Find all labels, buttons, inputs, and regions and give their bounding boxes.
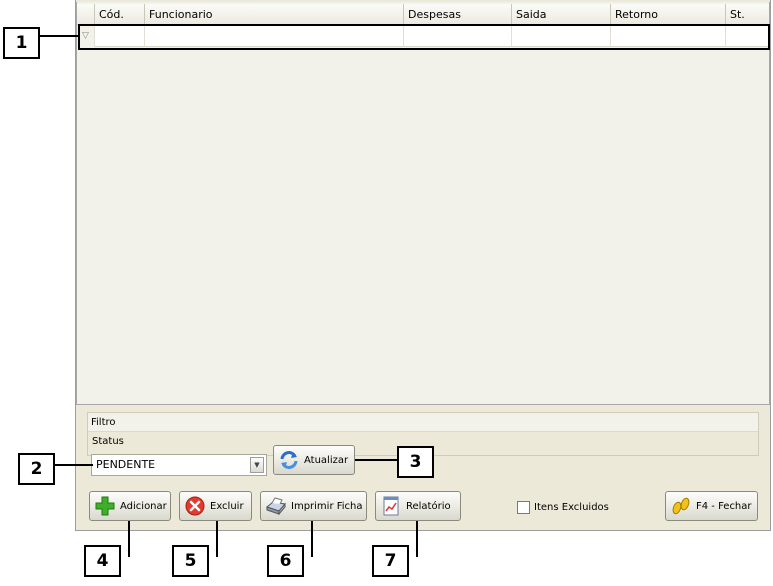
deleted-items-checkbox-box[interactable] <box>517 501 530 514</box>
callout-1: 1 <box>3 27 40 59</box>
callout-3: 3 <box>397 446 434 478</box>
chevron-down-icon[interactable]: ▼ <box>250 457 264 473</box>
report-button[interactable]: Relatório <box>375 491 461 521</box>
column-header-status[interactable]: St. <box>726 4 769 25</box>
refresh-icon <box>278 449 300 471</box>
column-header-code[interactable]: Cód. <box>95 4 145 25</box>
callout-6: 6 <box>267 545 304 577</box>
plus-icon <box>94 495 116 517</box>
callout-5: 5 <box>172 545 209 577</box>
add-button[interactable]: Adicionar <box>89 491 171 521</box>
callout-highlight-filter-row <box>78 24 770 50</box>
print-button-label: Imprimir Ficha <box>291 500 363 512</box>
status-select[interactable]: PENDENTE ▼ <box>91 454 267 476</box>
column-header-expenses[interactable]: Despesas <box>404 4 512 25</box>
callout-4-line <box>128 521 130 557</box>
filter-group-title: Filtro <box>88 413 758 432</box>
callout-7-line <box>416 521 418 557</box>
callout-6-line <box>311 521 313 557</box>
callout-2: 2 <box>18 453 55 485</box>
delete-button-label: Excluir <box>210 500 244 512</box>
print-button[interactable]: Imprimir Ficha <box>260 491 367 521</box>
grid-header: Cód. Funcionario Despesas Saida Retorno … <box>77 4 769 25</box>
column-header-employee[interactable]: Funcionario <box>145 4 404 25</box>
status-select-value: PENDENTE <box>96 458 156 471</box>
data-grid[interactable]: Cód. Funcionario Despesas Saida Retorno … <box>76 2 770 405</box>
printer-icon <box>265 495 287 517</box>
callout-4: 4 <box>84 545 121 577</box>
close-button-label: F4 - Fechar <box>696 500 752 512</box>
status-label: Status <box>92 436 124 447</box>
deleted-items-checkbox[interactable]: Itens Excluidos <box>517 501 609 514</box>
close-button[interactable]: F4 - Fechar <box>665 491 758 521</box>
refresh-button-label: Atualizar <box>304 454 349 466</box>
add-button-label: Adicionar <box>120 500 167 512</box>
callout-5-line <box>216 521 218 557</box>
callout-2-line <box>55 464 93 466</box>
column-header-indicator <box>77 4 95 25</box>
report-icon <box>380 495 402 517</box>
delete-icon <box>184 495 206 517</box>
callout-1-line <box>40 35 78 37</box>
column-header-departure[interactable]: Saida <box>512 4 611 25</box>
column-header-return[interactable]: Retorno <box>611 4 726 25</box>
delete-button[interactable]: Excluir <box>179 491 252 521</box>
deleted-items-label: Itens Excluidos <box>534 502 609 513</box>
grid-body <box>77 48 769 403</box>
footprints-icon <box>670 495 692 517</box>
report-button-label: Relatório <box>406 500 451 512</box>
refresh-button[interactable]: Atualizar <box>273 445 355 475</box>
callout-3-line <box>355 459 397 461</box>
callout-7: 7 <box>372 545 409 577</box>
